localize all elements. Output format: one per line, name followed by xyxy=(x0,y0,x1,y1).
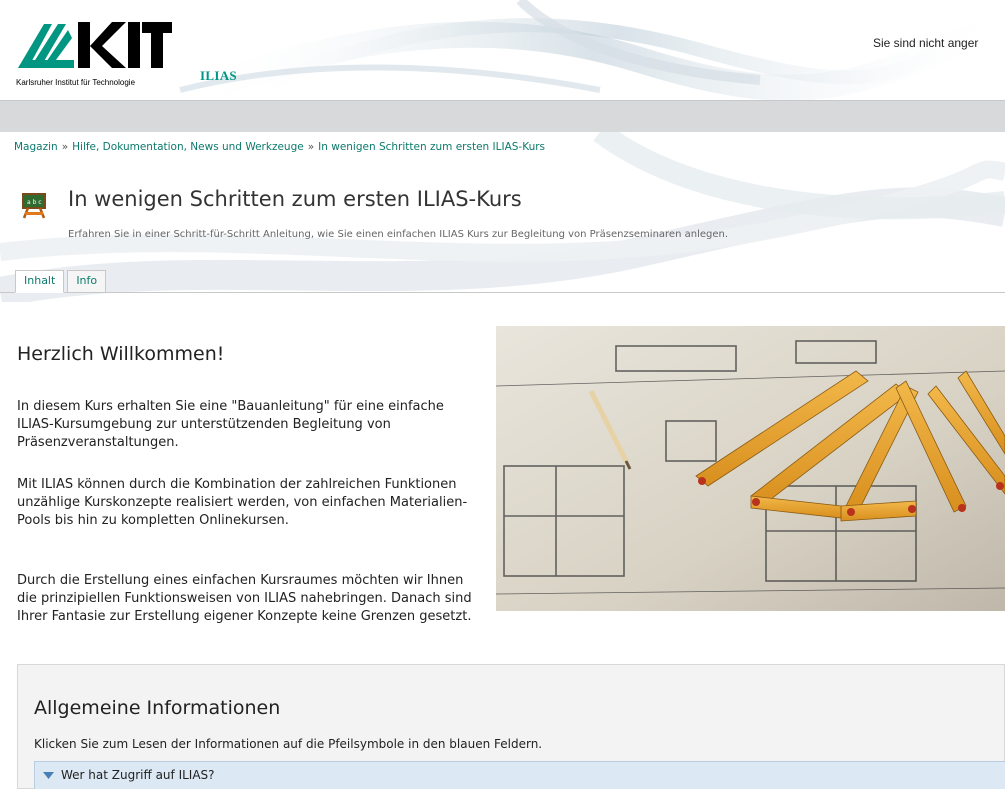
blueprint-rulers-photo xyxy=(496,326,1005,611)
welcome-paragraph: In diesem Kurs erhalten Sie eine "Bauanl… xyxy=(17,399,444,450)
course-blackboard-icon: a b c xyxy=(22,193,46,219)
accordion-label: Wer hat Zugriff auf ILIAS? xyxy=(61,768,215,782)
page-title: In wenigen Schritten zum ersten ILIAS-Ku… xyxy=(68,187,522,211)
welcome-paragraph: Durch die Erstellung eines einfachen Kur… xyxy=(17,573,472,624)
accordion-access-ilias[interactable]: Wer hat Zugriff auf ILIAS? xyxy=(34,761,1005,789)
general-info-panel: Allgemeine Informationen Klicken Sie zum… xyxy=(17,664,1005,789)
breadcrumb-item-magazin[interactable]: Magazin xyxy=(14,141,58,153)
tab-info[interactable]: Info xyxy=(67,270,107,293)
breadcrumb: Magazin» Hilfe, Dokumentation, News und W… xyxy=(14,141,545,153)
page-description: Erfahren Sie in einer Schritt-für-Schrit… xyxy=(68,229,729,240)
logo-subtitle: Karlsruher Institut für Technologie xyxy=(16,78,136,87)
welcome-heading: Herzlich Willkommen! xyxy=(17,343,225,365)
triangle-down-icon xyxy=(43,772,54,779)
ilias-app-name[interactable]: ILIAS xyxy=(200,68,237,84)
kit-logo-mark xyxy=(18,22,172,68)
tab-baseline xyxy=(0,292,1005,293)
breadcrumb-separator: » xyxy=(307,141,315,153)
kit-logo[interactable]: Karlsruher Institut für Technologie xyxy=(10,12,178,92)
tab-bar: Inhalt Info xyxy=(15,270,109,293)
info-heading: Allgemeine Informationen xyxy=(34,697,281,719)
breadcrumb-item-current[interactable]: In wenigen Schritten zum ersten ILIAS-Ku… xyxy=(318,141,545,153)
header: Karlsruher Institut für Technologie ILIA… xyxy=(0,0,1005,100)
login-status-text: Sie sind nicht anger xyxy=(873,36,979,50)
breadcrumb-separator: » xyxy=(61,141,69,153)
tab-inhalt[interactable]: Inhalt xyxy=(15,270,65,293)
svg-text:a b c: a b c xyxy=(27,199,42,206)
main-menu-bar xyxy=(0,100,1005,132)
content-background-swirl xyxy=(0,132,1005,302)
info-instruction: Klicken Sie zum Lesen der Informationen … xyxy=(34,737,543,751)
blueprint-rulers-illustration xyxy=(496,326,1005,611)
breadcrumb-item-hilfe[interactable]: Hilfe, Dokumentation, News und Werkzeuge xyxy=(72,141,304,153)
welcome-paragraph: Mit ILIAS können durch die Kombination d… xyxy=(17,477,468,528)
